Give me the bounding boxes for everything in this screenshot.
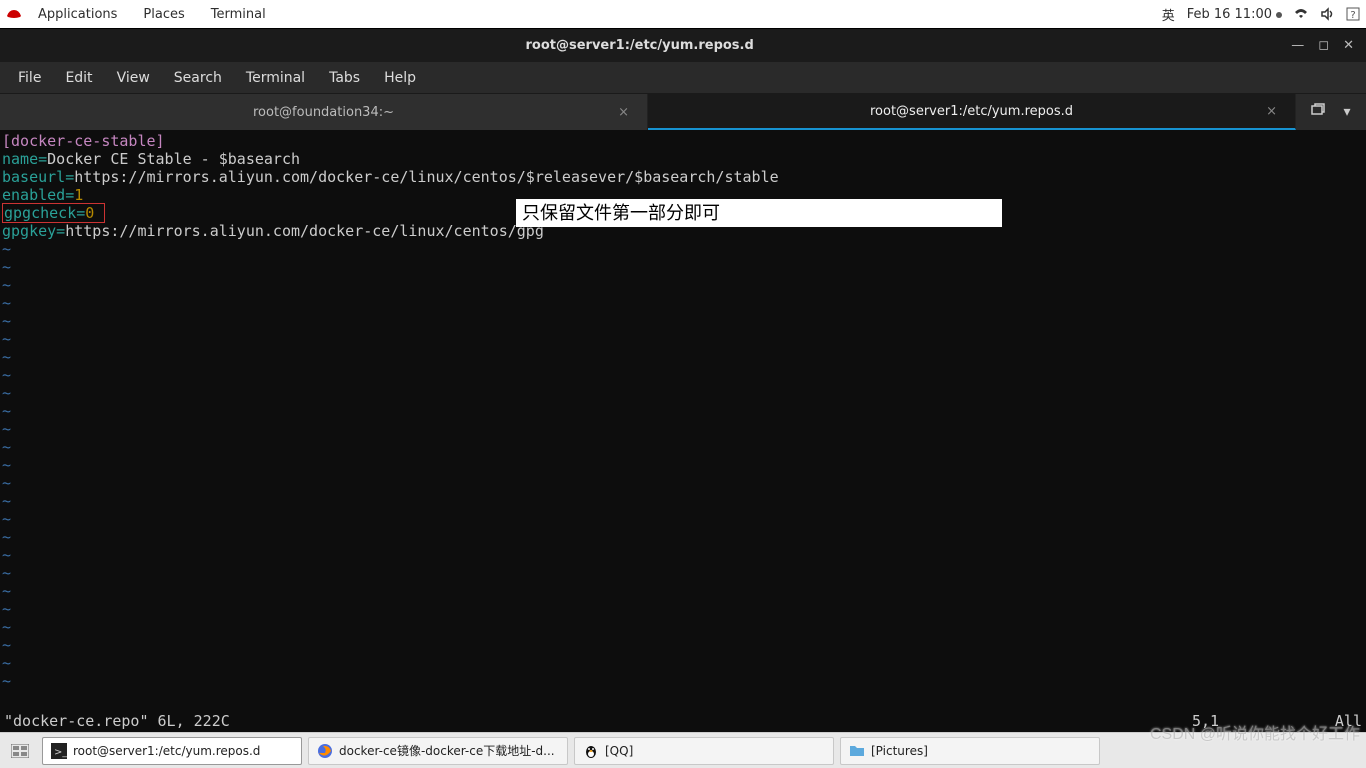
vim-fileinfo: "docker-ce.repo" 6L, 222C	[4, 712, 1192, 730]
show-desktop-button[interactable]	[4, 737, 36, 765]
vim-scroll-pct: All	[1312, 712, 1362, 730]
tab-menu-chevron-icon[interactable]: ▾	[1343, 104, 1350, 120]
terminal-viewport[interactable]: [docker-ce-stable] name=Docker CE Stable…	[0, 130, 1366, 732]
wifi-icon[interactable]	[1294, 7, 1308, 21]
overlay-annotation: 只保留文件第一部分即可	[516, 199, 1002, 227]
terminal-menubar: File Edit View Search Terminal Tabs Help	[0, 62, 1366, 94]
menu-terminal-menu[interactable]: Terminal	[236, 66, 315, 90]
menu-file[interactable]: File	[8, 66, 51, 90]
vim-empty-line: ~	[2, 276, 1364, 294]
tab-label: root@server1:/etc/yum.repos.d	[870, 104, 1073, 119]
menu-places[interactable]: Places	[133, 3, 194, 26]
menu-tabs[interactable]: Tabs	[319, 66, 370, 90]
vim-empty-line: ~	[2, 330, 1364, 348]
fedora-icon	[6, 8, 22, 20]
window-close-button[interactable]: ✕	[1343, 38, 1354, 53]
vim-empty-line: ~	[2, 510, 1364, 528]
gnome-top-panel: Applications Places Terminal 英 Feb 16 11…	[0, 0, 1366, 28]
vim-empty-line: ~	[2, 402, 1364, 420]
svg-text:?: ?	[1350, 10, 1355, 21]
vim-empty-line: ~	[2, 384, 1364, 402]
window-maximize-button[interactable]: ◻	[1318, 38, 1329, 53]
vim-val-baseurl: https://mirrors.aliyun.com/docker-ce/lin…	[74, 168, 778, 186]
vim-empty-line: ~	[2, 600, 1364, 618]
vim-val-gpgkey: https://mirrors.aliyun.com/docker-ce/lin…	[65, 222, 544, 240]
vim-key-gpgkey: gpgkey=	[2, 222, 65, 240]
vim-empty-line: ~	[2, 636, 1364, 654]
highlighted-gpgcheck: gpgcheck=0	[2, 203, 105, 223]
window-minimize-button[interactable]: —	[1291, 38, 1304, 53]
vim-statusline: "docker-ce.repo" 6L, 222C 5,1 All	[4, 712, 1362, 730]
menu-applications[interactable]: Applications	[28, 3, 127, 26]
taskbar-item-terminal[interactable]: >_ root@server1:/etc/yum.repos.d	[42, 737, 302, 765]
window-titlebar[interactable]: root@server1:/etc/yum.repos.d — ◻ ✕	[0, 28, 1366, 62]
vim-empty-line: ~	[2, 546, 1364, 564]
terminal-tabbar: root@foundation34:~ × root@server1:/etc/…	[0, 94, 1366, 130]
vim-empty-line: ~	[2, 348, 1364, 366]
menu-help[interactable]: Help	[374, 66, 426, 90]
vim-section-header: [docker-ce-stable]	[2, 132, 165, 150]
tab-close-button[interactable]: ×	[1266, 104, 1277, 119]
terminal-tab-1[interactable]: root@server1:/etc/yum.repos.d ×	[648, 94, 1296, 130]
vim-empty-line: ~	[2, 618, 1364, 636]
vim-key-baseurl: baseurl=	[2, 168, 74, 186]
terminal-tab-0[interactable]: root@foundation34:~ ×	[0, 94, 648, 130]
vim-empty-line: ~	[2, 564, 1364, 582]
taskbar-item-qq[interactable]: [QQ]	[574, 737, 834, 765]
vim-val-name: Docker CE Stable - $basearch	[47, 150, 300, 168]
vim-empty-line: ~	[2, 420, 1364, 438]
vim-empty-line: ~	[2, 582, 1364, 600]
taskbar-label: [Pictures]	[871, 744, 928, 758]
vim-empty-line: ~	[2, 672, 1364, 690]
menu-terminal[interactable]: Terminal	[201, 3, 276, 26]
taskbar-item-pictures[interactable]: [Pictures]	[840, 737, 1100, 765]
taskbar-label: [QQ]	[605, 744, 633, 758]
taskbar-label: docker-ce镜像-docker-ce下载地址-d...	[339, 742, 555, 759]
vim-empty-line: ~	[2, 654, 1364, 672]
menu-search[interactable]: Search	[164, 66, 232, 90]
tab-label: root@foundation34:~	[253, 105, 394, 120]
menu-view[interactable]: View	[107, 66, 160, 90]
taskbar-label: root@server1:/etc/yum.repos.d	[73, 744, 260, 758]
vim-empty-line: ~	[2, 474, 1364, 492]
vim-cursor-pos: 5,1	[1192, 712, 1312, 730]
vim-empty-line: ~	[2, 492, 1364, 510]
vim-key-enabled: enabled=	[2, 186, 74, 204]
bottom-taskbar: >_ root@server1:/etc/yum.repos.d docker-…	[0, 732, 1366, 768]
input-method-indicator[interactable]: 英	[1162, 5, 1175, 24]
svg-text:>_: >_	[54, 747, 67, 758]
vim-empty-line: ~	[2, 528, 1364, 546]
firefox-icon	[317, 743, 333, 759]
terminal-icon: >_	[51, 743, 67, 759]
volume-icon[interactable]	[1320, 7, 1334, 21]
vim-empty-line: ~	[2, 366, 1364, 384]
taskbar-item-firefox[interactable]: docker-ce镜像-docker-ce下载地址-d...	[308, 737, 568, 765]
tab-close-button[interactable]: ×	[618, 105, 629, 120]
vim-val-enabled: 1	[74, 186, 83, 204]
window-title: root@server1:/etc/yum.repos.d	[0, 38, 1279, 53]
help-icon[interactable]: ?	[1346, 7, 1360, 21]
penguin-icon	[583, 743, 599, 759]
clock[interactable]: Feb 16 11:00	[1187, 7, 1282, 22]
vim-key-name: name=	[2, 150, 47, 168]
menu-edit[interactable]: Edit	[55, 66, 102, 90]
vim-empty-line: ~	[2, 312, 1364, 330]
new-tab-icon[interactable]	[1311, 103, 1325, 121]
vim-empty-line: ~	[2, 294, 1364, 312]
vim-empty-line: ~	[2, 438, 1364, 456]
vim-empty-line: ~	[2, 258, 1364, 276]
folder-icon	[849, 743, 865, 759]
vim-empty-line: ~	[2, 240, 1364, 258]
vim-empty-line: ~	[2, 456, 1364, 474]
